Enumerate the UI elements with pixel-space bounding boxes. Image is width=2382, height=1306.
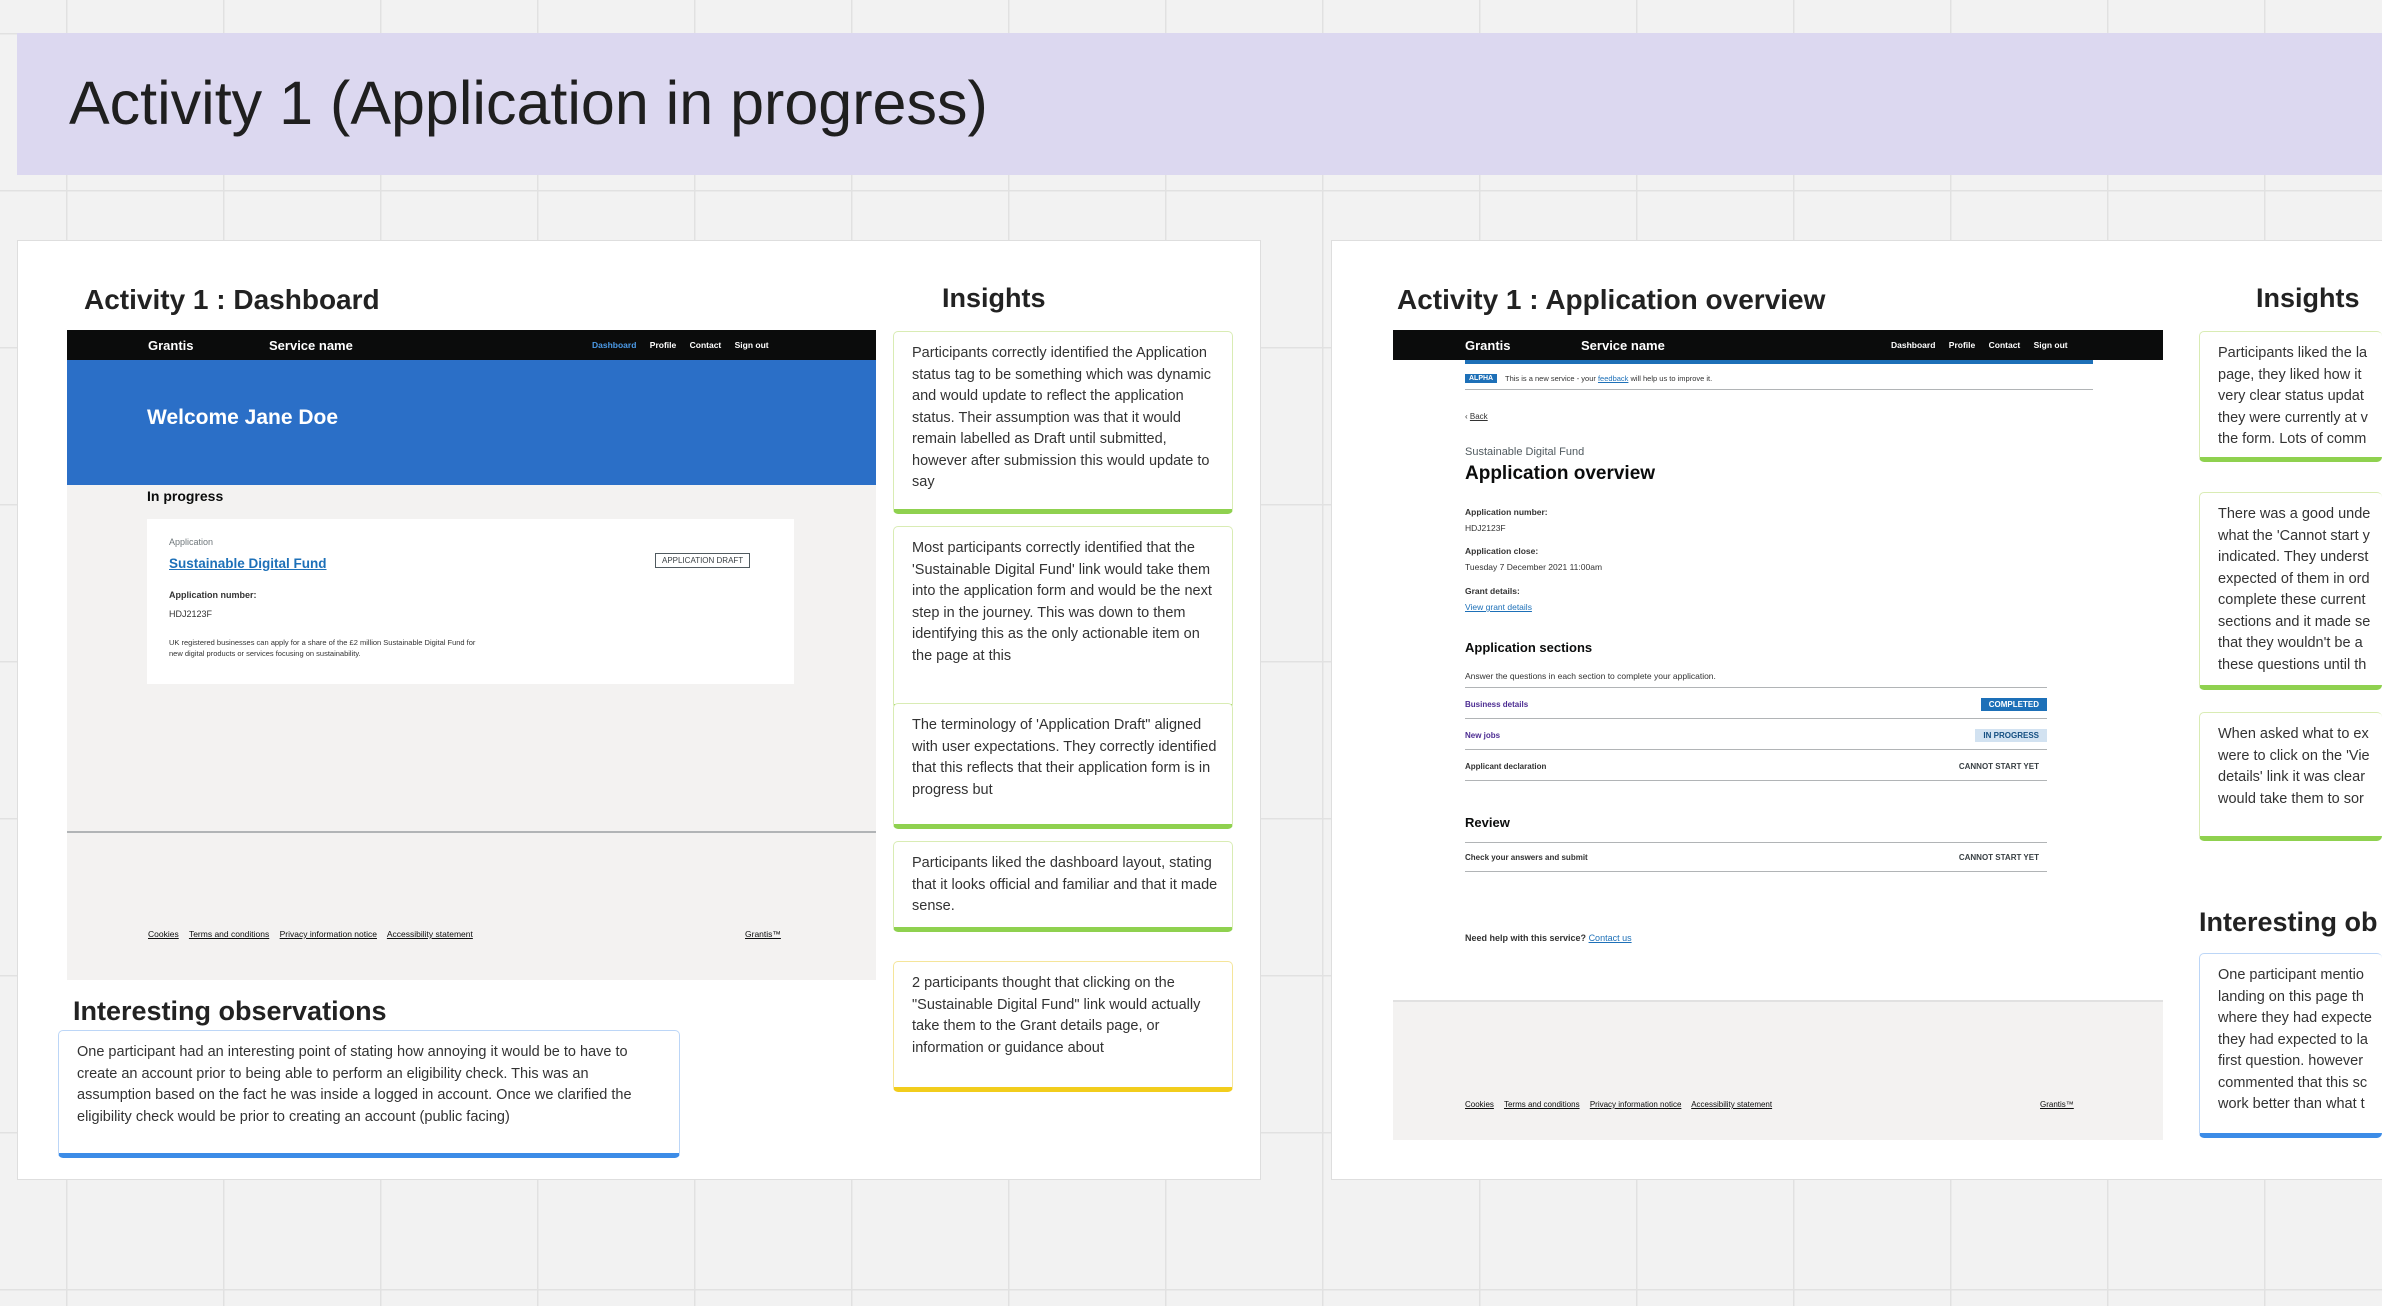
card-description-2: new digital products or services focusin…: [169, 649, 361, 658]
service-name: Service name: [1581, 338, 1665, 353]
frame-title: Activity 1 : Application overview: [1397, 284, 1826, 315]
insight-note[interactable]: Most participants correctly identified t…: [893, 526, 1233, 709]
help-text: Need help with this service? Contact us: [1465, 933, 1632, 943]
observations-heading: Interesting observations: [73, 996, 387, 1026]
app-number: HDJ2123F: [1465, 523, 1506, 533]
observation-note[interactable]: One participant mentio landing on this p…: [2199, 953, 2382, 1138]
grant-details-link[interactable]: View grant details: [1465, 602, 1532, 612]
welcome-banner: Welcome Jane Doe: [67, 360, 876, 485]
nav-dashboard[interactable]: Dashboard: [1891, 340, 1935, 350]
closes-value: Tuesday 7 December 2021 11:00am: [1465, 562, 1603, 572]
app-number: HDJ2123F: [169, 609, 213, 619]
review-heading: Review: [1465, 815, 1510, 830]
overview-screenshot: Grantis Service name Dashboard Profile C…: [1393, 330, 2163, 1140]
status-cannot-start: CANNOT START YET: [1958, 853, 2039, 862]
application-link[interactable]: Sustainable Digital Fund: [169, 556, 327, 571]
review-check-answers: Check your answers and submit: [1465, 853, 1588, 862]
footer-divider: [67, 831, 876, 833]
feedback-link[interactable]: feedback: [1598, 374, 1628, 383]
status-tag: APPLICATION DRAFT: [655, 553, 751, 568]
app-number-label: Application number:: [169, 590, 257, 600]
insight-note[interactable]: When asked what to ex were to click on t…: [2199, 712, 2382, 841]
status-in-progress: IN PROGRESS: [1975, 729, 2047, 742]
status-completed: COMPLETED: [1980, 698, 2047, 711]
brand-name: Grantis: [1465, 338, 1511, 353]
footer-links: Cookies Terms and conditions Privacy inf…: [148, 929, 481, 939]
nav-contact[interactable]: Contact: [690, 340, 722, 350]
header-nav: Dashboard Profile Contact Sign out: [1880, 340, 2068, 350]
grant-label: Grant details:: [1465, 586, 1520, 596]
insight-note[interactable]: Participants liked the la page, they lik…: [2199, 331, 2382, 462]
nav-sign-out[interactable]: Sign out: [735, 340, 769, 350]
closes-label: Application close:: [1465, 546, 1539, 556]
insights-heading: Insights: [942, 283, 1046, 313]
contact-us-link[interactable]: Contact us: [1589, 933, 1632, 943]
review-row: Check your answers and submit CANNOT STA…: [1465, 850, 2047, 872]
footer-link-accessibility[interactable]: Accessibility statement: [387, 929, 473, 939]
service-name: Service name: [269, 338, 353, 353]
insight-note[interactable]: Participants liked the dashboard layout,…: [893, 841, 1233, 932]
header-bar: Grantis Service name Dashboard Profile C…: [67, 330, 876, 360]
insight-note[interactable]: The terminology of 'Application Draft" a…: [893, 703, 1233, 829]
section-row: Applicant declaration CANNOT START YET: [1465, 759, 2047, 781]
nav-dashboard[interactable]: Dashboard: [592, 340, 636, 350]
welcome-heading: Welcome Jane Doe: [147, 406, 339, 429]
phase-banner-text: This is a new service - your feedback wi…: [1505, 374, 1713, 383]
section-row[interactable]: Business details COMPLETED: [1465, 697, 2047, 719]
nav-sign-out[interactable]: Sign out: [2034, 340, 2068, 350]
review-top-border: [1465, 842, 2047, 843]
sections-heading: Application sections: [1465, 640, 1593, 655]
footer-link-privacy[interactable]: Privacy information notice: [1590, 1100, 1682, 1109]
page-title: Activity 1 (Application in progress): [69, 69, 988, 137]
caption: Sustainable Digital Fund: [1465, 446, 1585, 458]
section-heading: In progress: [147, 488, 224, 504]
frame-title: Activity 1 : Dashboard: [84, 284, 380, 315]
footer: Cookies Terms and conditions Privacy inf…: [1393, 1000, 2163, 1140]
footer-link-privacy[interactable]: Privacy information notice: [280, 929, 377, 939]
insight-note[interactable]: Participants correctly identified the Ap…: [893, 331, 1233, 514]
card-caption: Application: [169, 537, 214, 547]
footer-link-accessibility[interactable]: Accessibility statement: [1691, 1100, 1772, 1109]
nav-profile[interactable]: Profile: [1949, 340, 1975, 350]
status-cannot-start: CANNOT START YET: [1958, 762, 2039, 771]
footer-link-cookies[interactable]: Cookies: [148, 929, 179, 939]
nav-contact[interactable]: Contact: [1989, 340, 2021, 350]
footer-link-terms[interactable]: Terms and conditions: [189, 929, 269, 939]
footer-brand: Grantis™: [745, 929, 781, 939]
footer-link-terms[interactable]: Terms and conditions: [1504, 1100, 1580, 1109]
header-nav: Dashboard Profile Contact Sign out: [581, 340, 769, 350]
header-underline: [1465, 360, 2093, 364]
section-link-new-jobs[interactable]: New jobs: [1465, 731, 1500, 740]
banner-divider: [1465, 389, 2093, 390]
header-bar: Grantis Service name Dashboard Profile C…: [1393, 330, 2163, 360]
footer-link-cookies[interactable]: Cookies: [1465, 1100, 1494, 1109]
overview-heading: Application overview: [1465, 463, 1656, 484]
observation-note[interactable]: One participant had an interesting point…: [58, 1030, 680, 1158]
insight-note[interactable]: There was a good unde what the 'Cannot s…: [2199, 492, 2382, 690]
nav-profile[interactable]: Profile: [650, 340, 676, 350]
footer-brand: Grantis™: [2040, 1100, 2074, 1109]
app-number-label: Application number:: [1465, 507, 1548, 517]
footer-links: Cookies Terms and conditions Privacy inf…: [1465, 1100, 1780, 1109]
dashboard-screenshot: Grantis Service name Dashboard Profile C…: [67, 330, 876, 980]
card-description-1: UK registered businesses can apply for a…: [169, 638, 476, 647]
sections-top-border: [1465, 687, 2047, 688]
sections-hint: Answer the questions in each section to …: [1465, 671, 1716, 681]
alpha-tag: ALPHA: [1465, 374, 1498, 383]
section-row[interactable]: New jobs IN PROGRESS: [1465, 728, 2047, 750]
insight-note[interactable]: 2 participants thought that clicking on …: [893, 961, 1233, 1092]
brand-name: Grantis: [148, 338, 194, 353]
insights-heading: Insights: [2256, 283, 2360, 313]
section-link-business-details[interactable]: Business details: [1465, 700, 1528, 709]
observations-heading: Interesting ob: [2199, 907, 2378, 937]
section-applicant-declaration: Applicant declaration: [1465, 762, 1547, 771]
application-card[interactable]: [147, 519, 794, 684]
back-link[interactable]: ‹ Back: [1465, 412, 1488, 421]
